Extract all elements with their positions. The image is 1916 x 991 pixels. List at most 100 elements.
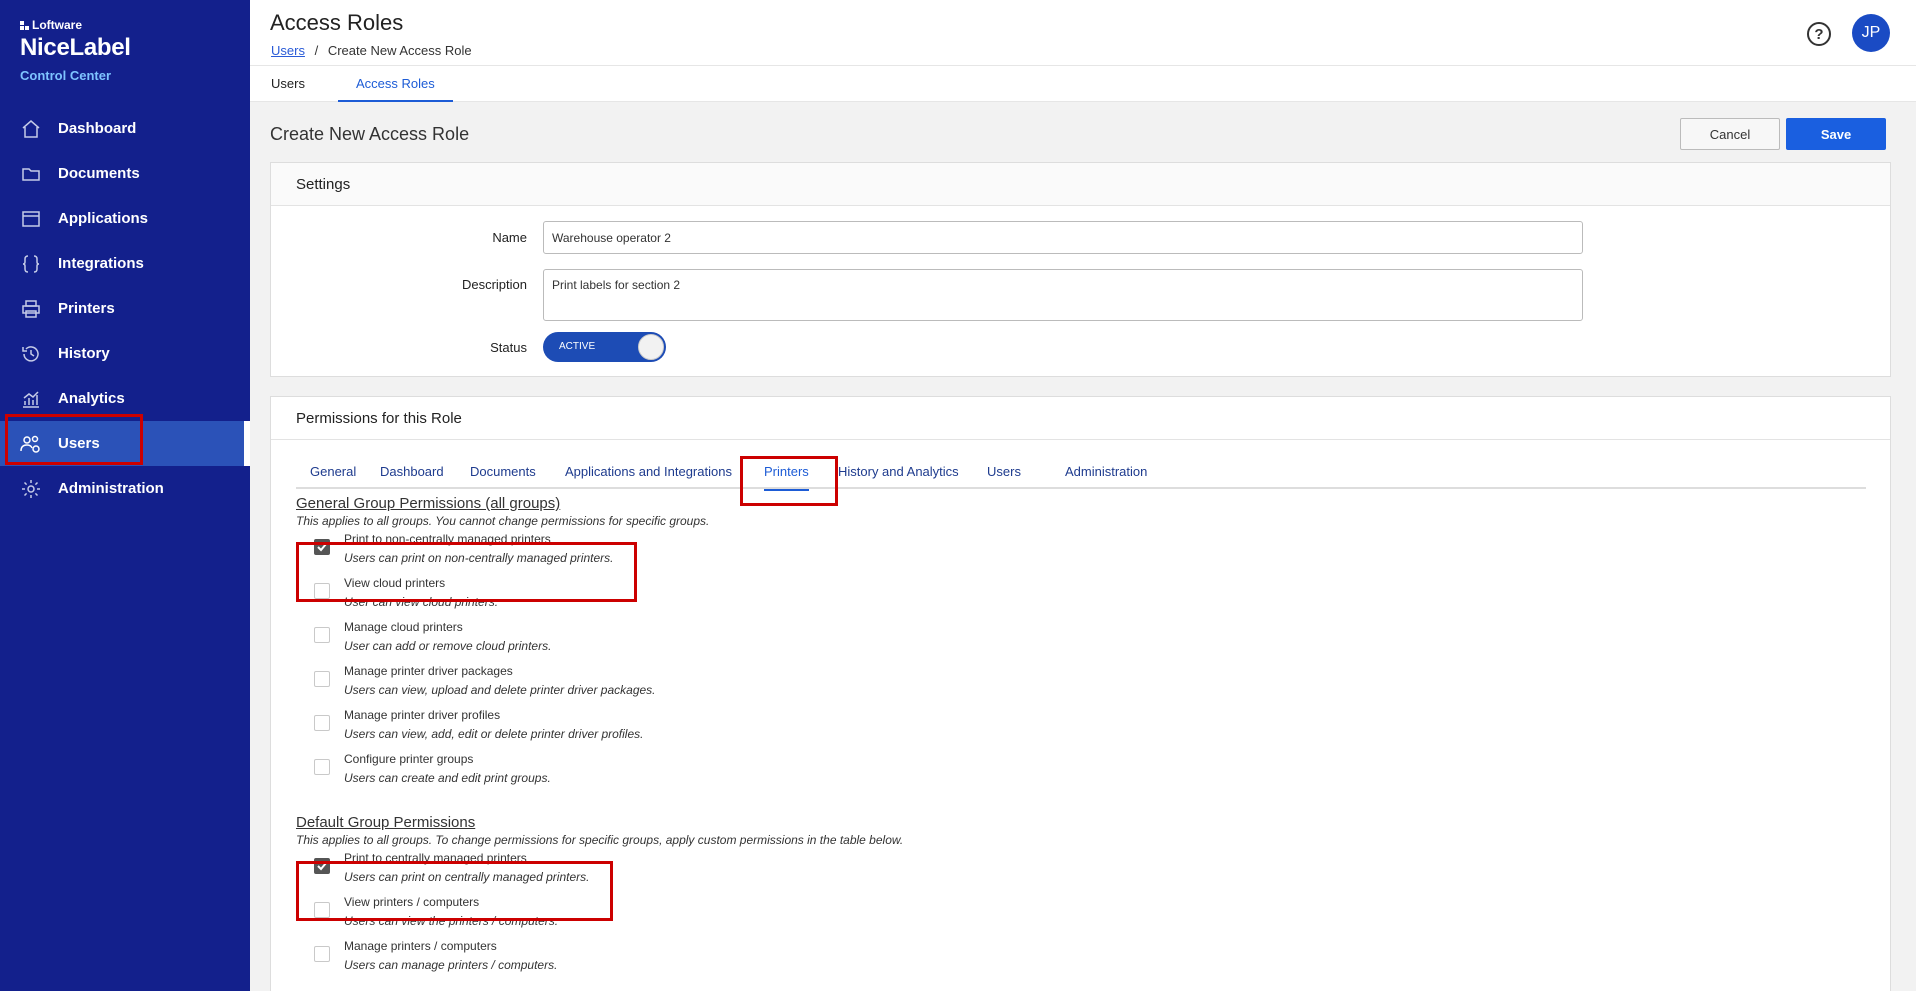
home-icon [20,118,42,140]
permission-checkbox[interactable] [314,946,330,962]
permission-item: Manage printer driver profiles Users can… [314,707,643,742]
permission-description: Users can view, add, edit or delete prin… [344,727,644,741]
sidebar-item-documents[interactable]: Documents [0,151,250,196]
printer-icon [20,298,42,320]
avatar[interactable]: JP [1852,14,1890,52]
folder-icon [20,163,42,185]
sidebar-item-label: Dashboard [58,120,137,137]
permission-item: Configure printer groups Users can creat… [314,751,551,786]
check-icon [317,543,327,552]
help-icon[interactable]: ? [1807,22,1831,46]
perm-tab-dashboard[interactable]: Dashboard [380,455,444,489]
top-tabs: Users Access Roles [250,65,1916,102]
perm-tab-administration[interactable]: Administration [1065,455,1147,489]
permission-description: User can view cloud printers. [344,595,499,609]
permission-checkbox[interactable] [314,715,330,731]
tab-users[interactable]: Users [253,66,323,102]
sidebar-item-label: Administration [58,480,164,497]
status-row: Status ACTIVE [271,332,666,362]
perm-tab-history-analytics[interactable]: History and Analytics [838,455,959,489]
page-header: Access Roles Users / Create New Access R… [250,0,1916,65]
company-logo: Loftware [20,18,131,32]
sidebar-item-integrations[interactable]: Integrations [0,241,250,286]
cancel-button[interactable]: Cancel [1680,118,1780,150]
perm-tab-general[interactable]: General [310,455,356,489]
save-button[interactable]: Save [1786,118,1886,150]
permission-description: Users can print on centrally managed pri… [344,870,590,884]
sidebar-item-label: Users [58,435,100,452]
permission-title: View cloud printers [344,576,446,590]
name-field[interactable]: Warehouse operator 2 [543,221,1583,254]
permission-title: Configure printer groups [344,752,474,766]
sidebar-item-printers[interactable]: Printers [0,286,250,331]
status-toggle-text: ACTIVE [559,341,596,352]
permission-tabs: General Dashboard Documents Applications… [296,455,1866,491]
loftware-logo-icon [20,20,29,30]
sidebar-item-analytics[interactable]: Analytics [0,376,250,421]
perm-tab-users[interactable]: Users [987,455,1021,489]
sidebar-item-dashboard[interactable]: Dashboard [0,106,250,151]
general-group-note: This applies to all groups. You cannot c… [296,514,710,528]
check-icon [317,862,327,871]
permission-title: Print to centrally managed printers [344,851,527,865]
sidebar-item-users[interactable]: Users [0,421,250,466]
main-content: Create New Access Role Cancel Save Setti… [250,102,1916,991]
permission-checkbox[interactable] [314,858,330,874]
perm-tab-documents[interactable]: Documents [470,455,536,489]
permission-description: Users can manage printers / computers. [344,958,558,972]
permission-checkbox[interactable] [314,902,330,918]
permissions-card: Permissions for this Role General Dashbo… [270,396,1891,991]
permission-checkbox[interactable] [314,583,330,599]
permission-item: Manage printers / computers Users can ma… [314,938,557,973]
permission-checkbox[interactable] [314,539,330,555]
permission-item: Print to centrally managed printers User… [314,850,589,885]
breadcrumb-link-users[interactable]: Users [271,43,305,58]
breadcrumb-separator: / [314,43,319,58]
permission-description: Users can view the printers / computers. [344,914,559,928]
gear-icon [20,478,42,500]
company-name: Loftware [32,18,83,32]
description-row: Description Print labels for section 2 [271,269,1583,321]
permission-title: Manage printer driver profiles [344,708,501,722]
status-label: Status [490,339,527,355]
breadcrumb: Users / Create New Access Role [271,43,472,58]
default-group-title: Default Group Permissions [296,814,476,831]
permission-item: Print to non-centrally managed printers … [314,531,613,566]
users-icon [20,433,42,455]
permission-checkbox[interactable] [314,671,330,687]
breadcrumb-current: Create New Access Role [327,43,472,58]
sidebar-item-administration[interactable]: Administration [0,466,250,511]
sidebar-item-applications[interactable]: Applications [0,196,250,241]
sidebar-nav: Dashboard Documents Applications Integra… [0,106,250,511]
general-group-title: General Group Permissions (all groups) [296,495,561,512]
sidebar: Loftware NiceLabel Control Center Dashbo… [0,0,250,991]
sidebar-item-label: Integrations [58,255,144,272]
status-toggle[interactable]: ACTIVE [543,332,666,362]
description-field[interactable]: Print labels for section 2 [543,269,1583,321]
sidebar-item-history[interactable]: History [0,331,250,376]
tab-access-roles[interactable]: Access Roles [338,66,453,102]
permission-title: Manage printer driver packages [344,664,513,678]
toggle-knob [638,334,664,360]
window-icon [20,208,42,230]
braces-icon [20,253,42,275]
permission-description: Users can print on non-centrally managed… [344,551,614,565]
page-title: Access Roles [270,10,404,35]
perm-tab-applications-integrations[interactable]: Applications and Integrations [565,455,732,489]
permission-title: Print to non-centrally managed printers [344,532,551,546]
permission-description: User can add or remove cloud printers. [344,639,552,653]
permission-item: View cloud printers User can view cloud … [314,575,498,610]
perm-tab-printers[interactable]: Printers [764,455,809,491]
sidebar-item-label: Printers [58,300,115,317]
name-row: Name Warehouse operator 2 [271,221,1583,254]
help-icon-glyph: ? [1814,25,1824,43]
name-label: Name [492,230,527,245]
permission-title: Manage printers / computers [344,939,497,953]
brand-logo[interactable]: Loftware NiceLabel Control Center [20,18,131,83]
permission-checkbox[interactable] [314,759,330,775]
product-subtitle: Control Center [20,68,111,83]
history-icon [20,343,42,365]
permission-item: Manage cloud printers User can add or re… [314,619,551,654]
permission-checkbox[interactable] [314,627,330,643]
permissions-heading: Permissions for this Role [271,397,1890,440]
